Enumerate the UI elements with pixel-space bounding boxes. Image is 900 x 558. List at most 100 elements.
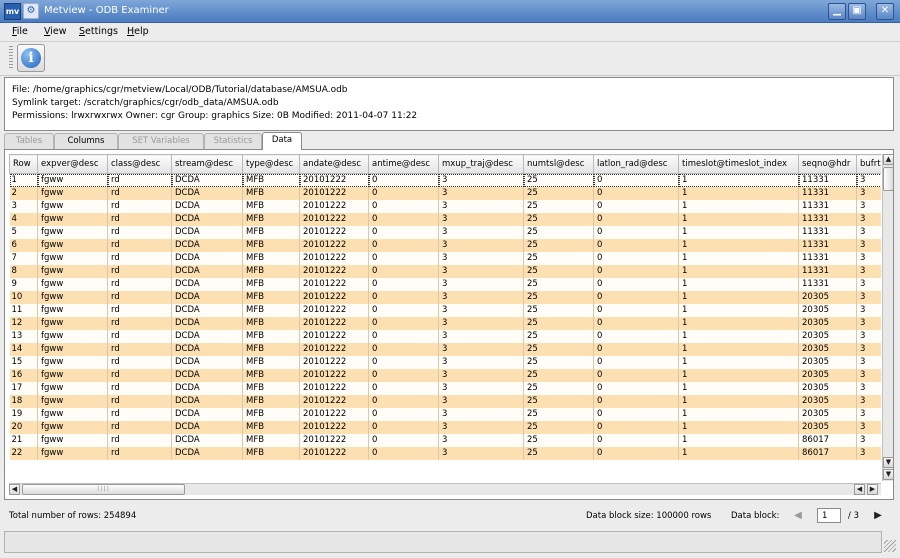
table-row[interactable]: 16 fgww rd DCDA MFB 20101222 0 3 25 0 1 20305 3 [9, 369, 881, 382]
table-row[interactable]: 22 fgww rd DCDA MFB 20101222 0 3 25 0 1 86017 3 [9, 447, 881, 460]
table-cell: 25 [523, 447, 594, 460]
table-cell: DCDA [171, 395, 243, 408]
table-row[interactable]: 2 fgww rd DCDA MFB 20101222 0 3 25 0 1 11331 3 [9, 187, 881, 200]
table-cell: 0 [593, 434, 679, 447]
table-row[interactable]: 7 fgww rd DCDA MFB 20101222 0 3 25 0 1 11331 3 [9, 252, 881, 265]
table-cell: 0 [368, 213, 439, 226]
table-row[interactable]: 20 fgww rd DCDA MFB 20101222 0 3 25 0 1 20305 3 [9, 421, 881, 434]
table-row[interactable]: 4 fgww rd DCDA MFB 20101222 0 3 25 0 1 11331 3 [9, 213, 881, 226]
table-row[interactable]: 21 fgww rd DCDA MFB 20101222 0 3 25 0 1 86017 3 [9, 434, 881, 447]
table-cell: rd [107, 343, 172, 356]
menu-help[interactable]: Help [127, 26, 149, 37]
table-cell: 3 [856, 239, 881, 252]
scroll-right-button[interactable]: ▶ [867, 484, 878, 495]
title-bar[interactable]: mv ⚙ Metview - ODB Examiner ▁ ▣ ✕ [0, 0, 900, 23]
table-cell: MFB [242, 265, 300, 278]
table-cell: 1 [678, 317, 799, 330]
table-cell: 25 [523, 239, 594, 252]
table-cell: 25 [523, 343, 594, 356]
horizontal-scrollbar[interactable]: ◀ ⁞⁞⁞⁞ ◀ ▶ [9, 483, 881, 495]
table-cell: 25 [523, 213, 594, 226]
column-header[interactable]: Row [9, 154, 38, 174]
table-cell: 20101222 [299, 369, 369, 382]
scroll-left-button-2[interactable]: ◀ [854, 484, 865, 495]
maximize-button[interactable]: ▣ [848, 3, 866, 20]
table-cell: 20305 [798, 395, 857, 408]
table-row[interactable]: 19 fgww rd DCDA MFB 20101222 0 3 25 0 1 20305 3 [9, 408, 881, 421]
tab-columns[interactable]: Columns [54, 133, 118, 149]
tab-data[interactable]: Data [262, 132, 302, 150]
column-header[interactable]: antime@desc [368, 154, 439, 174]
data-block-input[interactable]: 1 [817, 508, 841, 523]
menu-file[interactable]: File [12, 26, 28, 37]
table-row[interactable]: 9 fgww rd DCDA MFB 20101222 0 3 25 0 1 11331 3 [9, 278, 881, 291]
table-cell: 20305 [798, 304, 857, 317]
menu-view[interactable]: View [44, 26, 67, 37]
table-row[interactable]: 6 fgww rd DCDA MFB 20101222 0 3 25 0 1 11331 3 [9, 239, 881, 252]
table-row[interactable]: 10 fgww rd DCDA MFB 20101222 0 3 25 0 1 20305 3 [9, 291, 881, 304]
table-cell: 86017 [798, 447, 857, 460]
table-cell: fgww [37, 226, 108, 239]
table-cell: 20305 [798, 421, 857, 434]
info-button[interactable]: i [17, 44, 45, 72]
table-row[interactable]: 15 fgww rd DCDA MFB 20101222 0 3 25 0 1 20305 3 [9, 356, 881, 369]
table-row[interactable]: 3 fgww rd DCDA MFB 20101222 0 3 25 0 1 11331 3 [9, 200, 881, 213]
table-row[interactable]: 8 fgww rd DCDA MFB 20101222 0 3 25 0 1 11331 3 [9, 265, 881, 278]
vertical-scroll-thumb[interactable] [883, 167, 893, 191]
prev-block-button[interactable]: ◀ [792, 510, 804, 522]
column-header[interactable]: expver@desc [37, 154, 108, 174]
scroll-down-button-2[interactable]: ▼ [883, 469, 893, 480]
column-header[interactable]: andate@desc [299, 154, 369, 174]
table-row[interactable]: 5 fgww rd DCDA MFB 20101222 0 3 25 0 1 11331 3 [9, 226, 881, 239]
toolbar-grip[interactable] [9, 46, 13, 70]
close-button[interactable]: ✕ [876, 3, 894, 20]
table-cell: 12 [9, 317, 38, 330]
menu-settings[interactable]: Settings [79, 26, 118, 37]
column-header[interactable]: seqno@hdr [798, 154, 857, 174]
table-cell: MFB [242, 213, 300, 226]
column-header[interactable]: numtsl@desc [523, 154, 594, 174]
table-row[interactable]: 18 fgww rd DCDA MFB 20101222 0 3 25 0 1 20305 3 [9, 395, 881, 408]
table-cell: 20305 [798, 317, 857, 330]
table-cell: 3 [856, 226, 881, 239]
table-cell: DCDA [171, 291, 243, 304]
minimize-button[interactable]: ▁ [828, 3, 846, 20]
table-row[interactable]: 17 fgww rd DCDA MFB 20101222 0 3 25 0 1 20305 3 [9, 382, 881, 395]
column-header[interactable]: mxup_traj@desc [438, 154, 524, 174]
column-header[interactable]: latlon_rad@desc [593, 154, 679, 174]
table-cell: MFB [242, 330, 300, 343]
table-row[interactable]: 12 fgww rd DCDA MFB 20101222 0 3 25 0 1 20305 3 [9, 317, 881, 330]
vertical-scrollbar[interactable]: ▲ ▼ ▼ [882, 154, 893, 481]
tab-set-variables[interactable]: SET Variables [118, 133, 204, 149]
table-cell: 0 [368, 369, 439, 382]
scroll-left-button[interactable]: ◀ [9, 484, 20, 495]
resize-grip[interactable] [884, 540, 896, 552]
table-cell: 25 [523, 395, 594, 408]
table-cell: 3 [438, 239, 524, 252]
tab-tables[interactable]: Tables [4, 133, 54, 149]
horizontal-scroll-thumb[interactable]: ⁞⁞⁞⁞ [22, 484, 185, 495]
column-header[interactable]: type@desc [242, 154, 300, 174]
table-cell: 0 [593, 382, 679, 395]
table-cell: 1 [678, 434, 799, 447]
table-cell: MFB [242, 369, 300, 382]
table-cell: 20101222 [299, 226, 369, 239]
table-row[interactable]: 13 fgww rd DCDA MFB 20101222 0 3 25 0 1 20305 3 [9, 330, 881, 343]
table-row[interactable]: 1 fgww rd DCDA MFB 20101222 0 3 25 0 1 11331 3 [9, 173, 881, 187]
scroll-up-button[interactable]: ▲ [883, 154, 893, 165]
tab-statistics[interactable]: Statistics [204, 133, 262, 149]
table-cell: 11 [9, 304, 38, 317]
table-cell: 11331 [798, 173, 857, 187]
next-block-button[interactable]: ▶ [872, 510, 884, 522]
data-table-viewport[interactable]: Row expver@desc class@desc stream@desc type@… [9, 154, 881, 481]
column-header[interactable]: bufrtype@hdr [856, 154, 881, 174]
column-header[interactable]: class@desc [107, 154, 172, 174]
toolbar: i [0, 41, 900, 76]
table-row[interactable]: 11 fgww rd DCDA MFB 20101222 0 3 25 0 1 20305 3 [9, 304, 881, 317]
table-row[interactable]: 14 fgww rd DCDA MFB 20101222 0 3 25 0 1 20305 3 [9, 343, 881, 356]
column-header[interactable]: stream@desc [171, 154, 243, 174]
column-header[interactable]: timeslot@timeslot_index [678, 154, 799, 174]
scroll-down-button[interactable]: ▼ [883, 457, 893, 468]
table-cell: 25 [523, 317, 594, 330]
window-menu-icon[interactable]: ⚙ [23, 3, 39, 19]
